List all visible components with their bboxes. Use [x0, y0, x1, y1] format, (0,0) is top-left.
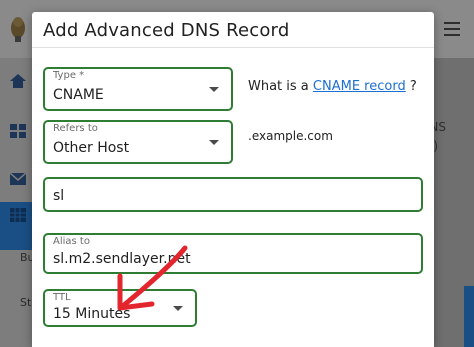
sidebar-item-dashboard[interactable]	[0, 106, 32, 154]
background-text-2: )	[433, 139, 438, 153]
alias-to-label: Alias to	[53, 236, 90, 247]
host-input[interactable]: sl	[43, 177, 423, 212]
ttl-select[interactable]: TTL 15 Minutes	[43, 289, 197, 327]
dropdown-caret-icon	[209, 140, 219, 145]
add-dns-record-dialog: Add Advanced DNS Record Type * CNAME Wha…	[32, 12, 434, 347]
ttl-label: TTL	[53, 292, 71, 303]
cname-record-link[interactable]: CNAME record	[313, 79, 406, 94]
refers-to-select[interactable]: Refers to Other Host	[43, 120, 233, 164]
help-suffix: ?	[405, 79, 417, 94]
dropdown-caret-icon	[209, 87, 219, 92]
home-icon	[10, 74, 26, 88]
alias-to-value: sl.m2.sendlayer.net	[53, 251, 191, 267]
menu-icon[interactable]	[444, 22, 460, 36]
background-accent-bar	[464, 286, 474, 347]
type-label: Type *	[53, 70, 85, 81]
alias-to-input[interactable]: Alias to sl.m2.sendlayer.net	[43, 233, 423, 274]
type-value: CNAME	[53, 87, 104, 103]
ttl-value: 15 Minutes	[53, 306, 131, 322]
grid-icon	[10, 208, 26, 222]
app-sidebar: Bu Sta	[0, 58, 38, 347]
sidebar-item-domains[interactable]	[0, 202, 32, 250]
domain-suffix: .example.com	[248, 129, 333, 143]
refers-to-value: Other Host	[53, 140, 130, 156]
dialog-title: Add Advanced DNS Record	[43, 20, 290, 41]
logo-icon[interactable]	[6, 14, 30, 44]
dropdown-caret-icon	[173, 306, 183, 311]
host-value: sl	[53, 188, 65, 204]
mail-icon	[10, 172, 26, 185]
sidebar-item-home[interactable]	[0, 58, 32, 106]
cname-help-text: What is a CNAME record ?	[248, 79, 417, 94]
type-select[interactable]: Type * CNAME	[43, 67, 233, 111]
sidebar-item-mail[interactable]	[0, 154, 32, 202]
refers-to-label: Refers to	[53, 123, 98, 134]
help-prefix: What is a	[248, 79, 313, 94]
title-divider	[32, 47, 434, 48]
dashboard-icon	[10, 124, 26, 138]
